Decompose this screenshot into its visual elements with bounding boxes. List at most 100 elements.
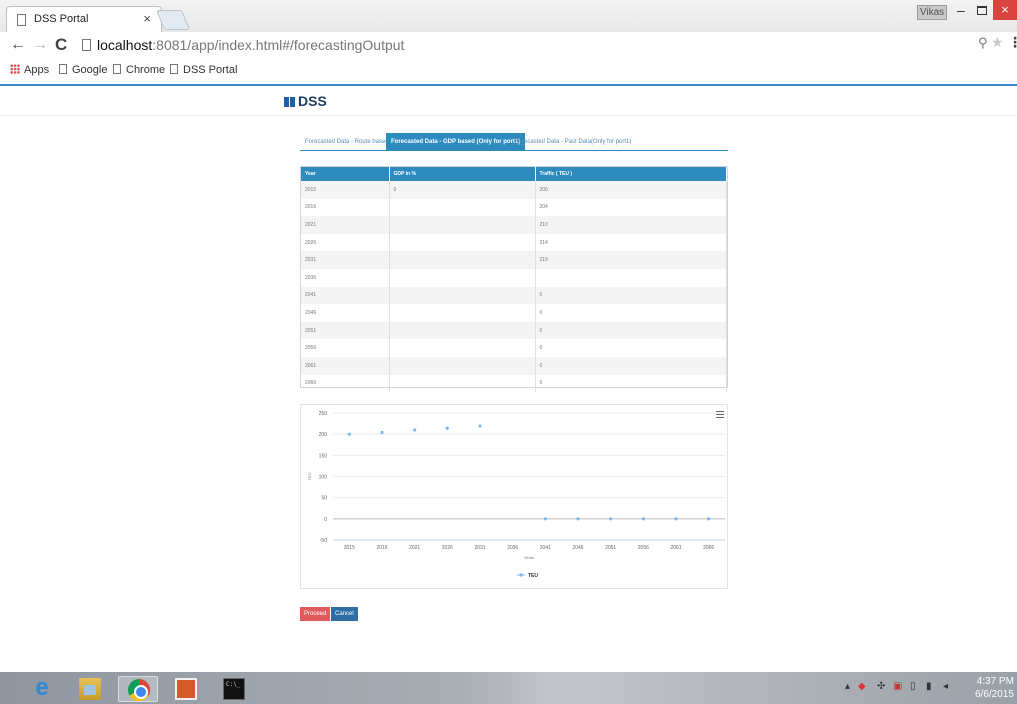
chart-menu-icon[interactable] [716,411,724,418]
forward-arrow-icon[interactable]: → [32,36,48,54]
x-tick-label: 2016 [376,545,387,551]
table-row[interactable]: 2016 204 [301,198,727,217]
page-icon [59,64,67,74]
reload-icon[interactable]: C [55,35,67,55]
table-row[interactable]: 2041 0 [301,286,727,305]
bookmark-apps[interactable]: Apps [10,64,49,76]
traffic-cell [535,268,727,287]
year-cell: 2031 [301,251,390,269]
table-row[interactable]: 2036 [301,268,727,287]
taskbar-internet-explorer[interactable]: e [22,676,62,702]
column-header-year[interactable]: Year [301,167,390,181]
gdp-cell [389,198,536,217]
address-bar[interactable]: localhost:8081/app/index.html#/forecasti… [77,34,1009,58]
tray-signal-icon[interactable]: ▮ [926,681,932,692]
browser-toolbar: ← → C localhost:8081/app/index.html#/for… [0,32,1017,60]
bookmark-google[interactable]: Google [59,64,107,76]
browser-tab[interactable]: DSS Portal × [6,6,162,32]
apps-grid-icon [10,64,20,74]
tray-app-icon[interactable]: ✣ [877,681,885,692]
clock-date: 6/6/2015 [975,689,1014,700]
data-point [380,430,384,435]
legend-label: TEU [528,573,538,579]
tray-volume-icon[interactable]: ◂ [943,681,948,692]
data-point [347,432,351,436]
bookmark-dss-portal[interactable]: DSS Portal [170,64,237,76]
traffic-cell: 200 [535,181,727,199]
y-tick-label: 250 [319,411,328,417]
gdp-cell [389,304,536,322]
column-header-gdp[interactable]: GDP in % [389,167,536,181]
tray-battery-icon[interactable]: ▯ [910,681,916,692]
traffic-cell: 0 [535,339,727,357]
y-tick-label: -50 [320,538,327,544]
taskbar-chrome[interactable] [118,676,158,702]
traffic-cell: 0 [535,356,727,375]
data-point [576,517,580,521]
bookmark-star-icon[interactable]: ★ [991,34,1004,51]
x-tick-label: 2021 [409,545,420,551]
url-text[interactable]: localhost:8081/app/index.html#/forecasti… [97,37,404,53]
year-cell: 2015 [301,181,390,199]
x-tick-label: 2031 [474,545,485,551]
tray-overflow-icon[interactable]: ▴ [845,681,850,692]
tab-past-data[interactable]: Forecasted Data - Past Data(Only for por… [510,133,636,151]
table-row[interactable]: 2066 0 [301,374,727,393]
command-prompt-icon: C:\_ [223,678,245,700]
legend-marker [519,573,523,577]
x-tick-label: 2015 [344,545,355,551]
taskbar-command-prompt[interactable]: C:\_ [214,676,254,702]
forecast-table: Year GDP in % Traffic ( TEU ) 2015 0 200 20… [300,166,728,393]
taskbar-clock[interactable]: 4:37 PM 6/6/2015 [975,675,1014,701]
taskbar-app[interactable] [166,676,206,702]
bookmarks-bar: Apps Google Chrome DSS Portal [0,60,1017,84]
gdp-cell [389,339,536,357]
year-cell: 2061 [301,356,390,375]
back-arrow-icon[interactable]: ← [10,36,26,54]
restore-icon[interactable] [977,6,987,15]
traffic-cell: 210 [535,216,727,234]
brand-logo[interactable]: DSS [284,93,327,109]
y-tick-label: 150 [319,453,328,459]
minimize-icon[interactable]: – [957,2,965,18]
traffic-cell: 0 [535,374,727,393]
table-row[interactable]: 2026 214 [301,233,727,252]
year-cell: 2041 [301,286,390,305]
tray-security-icon[interactable]: ◆ [858,681,866,692]
window-close-icon[interactable]: × [993,0,1017,20]
page-icon [170,64,178,74]
gdp-cell: 0 [389,181,536,199]
table-header-row: Year GDP in % Traffic ( TEU ) [301,167,727,181]
user-profile-button[interactable]: Vikas [917,5,947,20]
table-row[interactable]: 2051 0 [301,321,727,340]
zoom-icon[interactable]: ⚲ [978,35,988,51]
table-row[interactable]: 2021 210 [301,216,727,234]
tray-network-icon[interactable]: ▣ [893,681,902,692]
browser-menu-icon[interactable]: ⋮ [1008,34,1017,51]
x-tick-label: 2036 [507,545,518,551]
y-tick-label: 50 [321,496,327,502]
cancel-button[interactable]: Cancel [331,607,358,621]
tab-gdp-based[interactable]: Forecasted Data - GDP based (Only for po… [386,133,526,151]
page-icon [113,64,121,74]
y-tick-label: 0 [324,517,327,523]
tab-route-based[interactable]: Forecasted Data - Route based [300,133,394,151]
table-row[interactable]: 2031 219 [301,251,727,269]
tab-close-icon[interactable]: × [143,11,151,26]
column-header-traffic[interactable]: Traffic ( TEU ) [535,167,727,181]
table-row[interactable]: 2056 0 [301,339,727,357]
data-point [478,424,482,428]
bookmark-chrome[interactable]: Chrome [113,64,165,76]
table-row[interactable]: 2061 0 [301,356,727,375]
traffic-cell: 214 [535,233,727,252]
traffic-cell: 0 [535,286,727,305]
table-row[interactable]: 2046 0 [301,304,727,322]
table-row[interactable]: 2015 0 200 [301,181,727,199]
traffic-cell: 219 [535,251,727,269]
year-cell: 2056 [301,339,390,357]
proceed-button[interactable]: Proceed [300,607,331,621]
data-point [707,517,711,521]
tab-title: DSS Portal [34,13,89,25]
taskbar-file-explorer[interactable] [70,676,110,702]
traffic-cell: 204 [535,198,727,217]
